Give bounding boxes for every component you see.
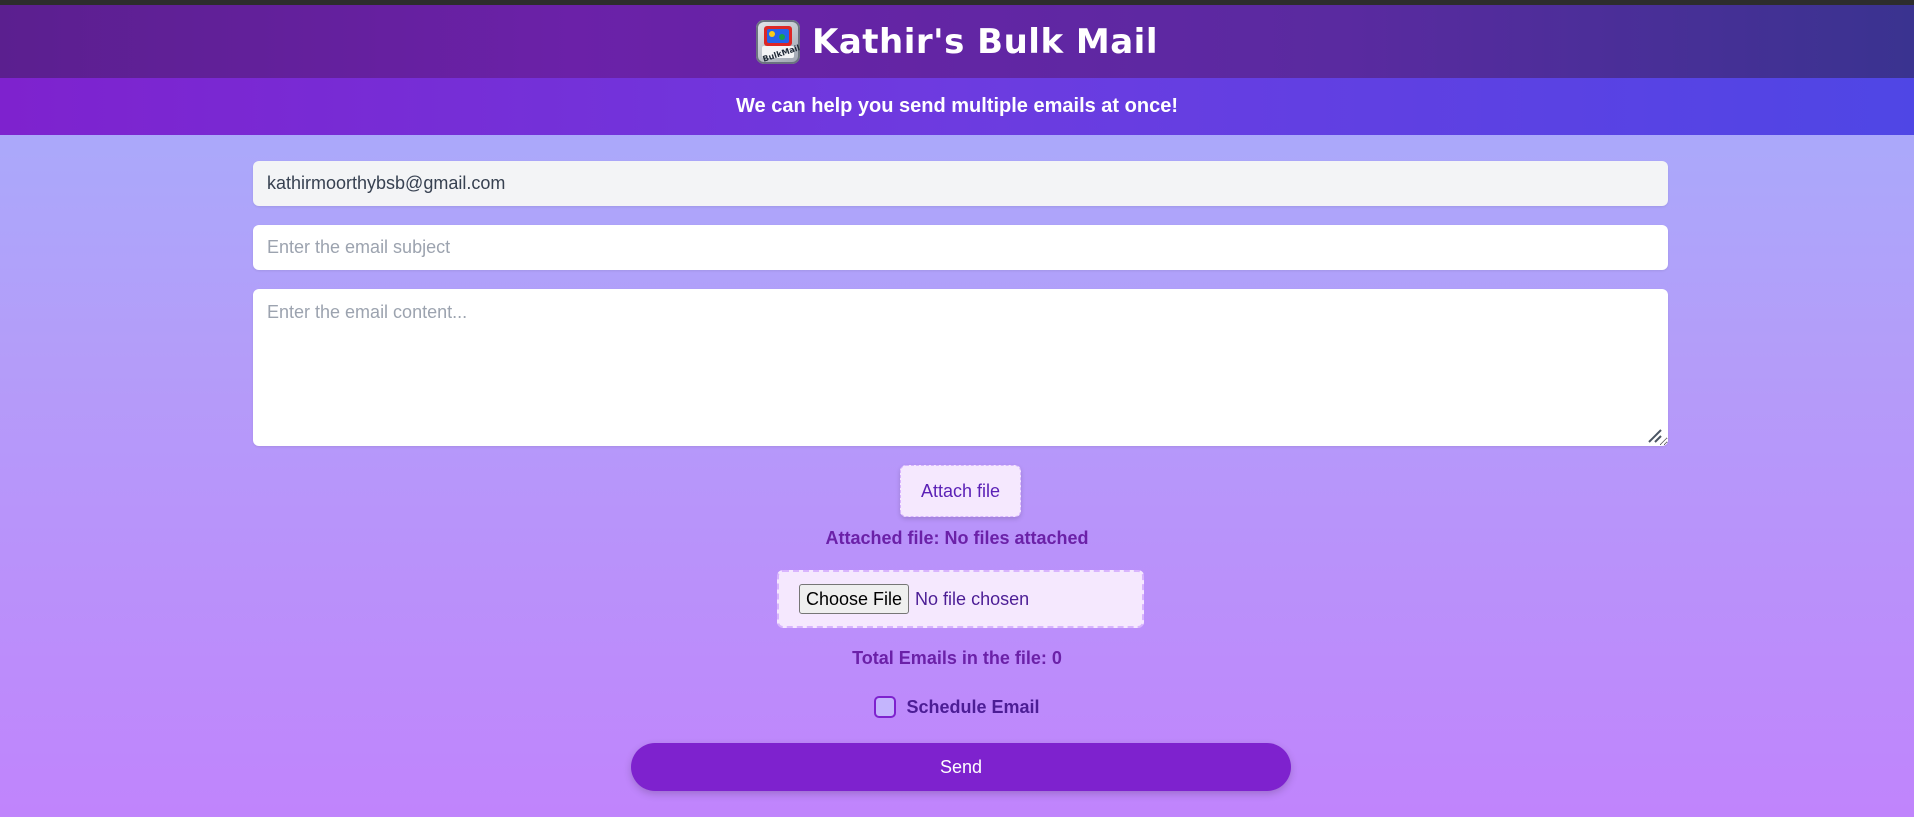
email-list-file-input[interactable]: Choose File No file chosen	[777, 570, 1144, 628]
sender-email-input[interactable]	[253, 161, 1668, 206]
schedule-email-toggle[interactable]: Schedule Email	[0, 696, 1914, 718]
choose-file-button[interactable]: Choose File	[799, 584, 910, 614]
send-button[interactable]: Send	[631, 743, 1291, 791]
schedule-label[interactable]: Schedule Email	[906, 697, 1039, 718]
mail-app-logo-icon: BulkMail	[756, 19, 801, 64]
email-content-textarea[interactable]	[253, 289, 1668, 446]
attach-file-button[interactable]: Attach file	[900, 465, 1021, 517]
schedule-checkbox[interactable]	[874, 696, 897, 718]
file-chosen-status: No file chosen	[915, 588, 1030, 609]
tagline: We can help you send multiple emails at …	[736, 95, 1178, 117]
total-emails-count: Total Emails in the file: 0	[852, 648, 1062, 668]
app-header: BulkMail Kathir's Bulk Mail	[0, 5, 1914, 78]
tagline-bar: We can help you send multiple emails at …	[0, 78, 1914, 135]
email-subject-input[interactable]	[253, 225, 1668, 270]
app-title: Kathir's Bulk Mail	[812, 21, 1158, 62]
attached-file-status: Attached file: No files attached	[825, 528, 1089, 548]
